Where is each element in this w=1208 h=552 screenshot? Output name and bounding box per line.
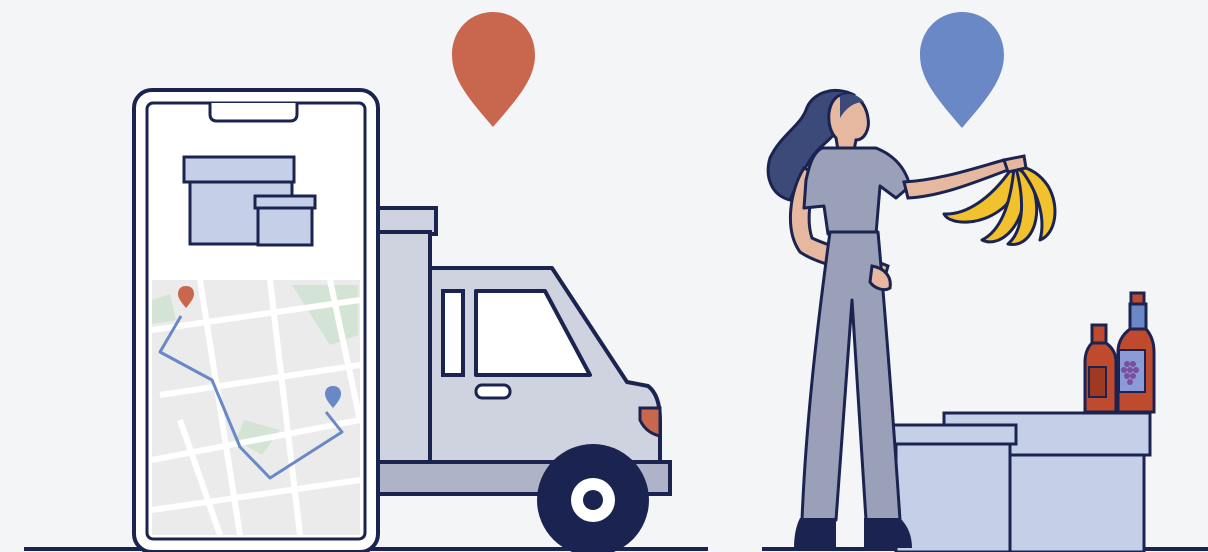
map-pin-icon (452, 12, 535, 127)
wine-bottles (1083, 291, 1156, 414)
map-pin-icon (920, 12, 1004, 128)
package-boxes (182, 155, 317, 247)
shopping-panel (762, 12, 1208, 552)
delivery-truck (368, 206, 672, 552)
truck-door-handle (474, 383, 512, 400)
truck-side-window (441, 289, 465, 377)
wine-bottle (1083, 323, 1118, 414)
route-map (151, 279, 363, 536)
phone-notch (208, 103, 299, 123)
shopper-torso (802, 146, 912, 236)
scene (24, 12, 1208, 552)
shopper-shoe (794, 518, 836, 548)
wine-bottle (1116, 291, 1156, 414)
delivery-panel (24, 12, 708, 552)
truck-hub-center (583, 490, 603, 510)
grocery-boxes (888, 411, 1152, 552)
phone (132, 88, 380, 552)
